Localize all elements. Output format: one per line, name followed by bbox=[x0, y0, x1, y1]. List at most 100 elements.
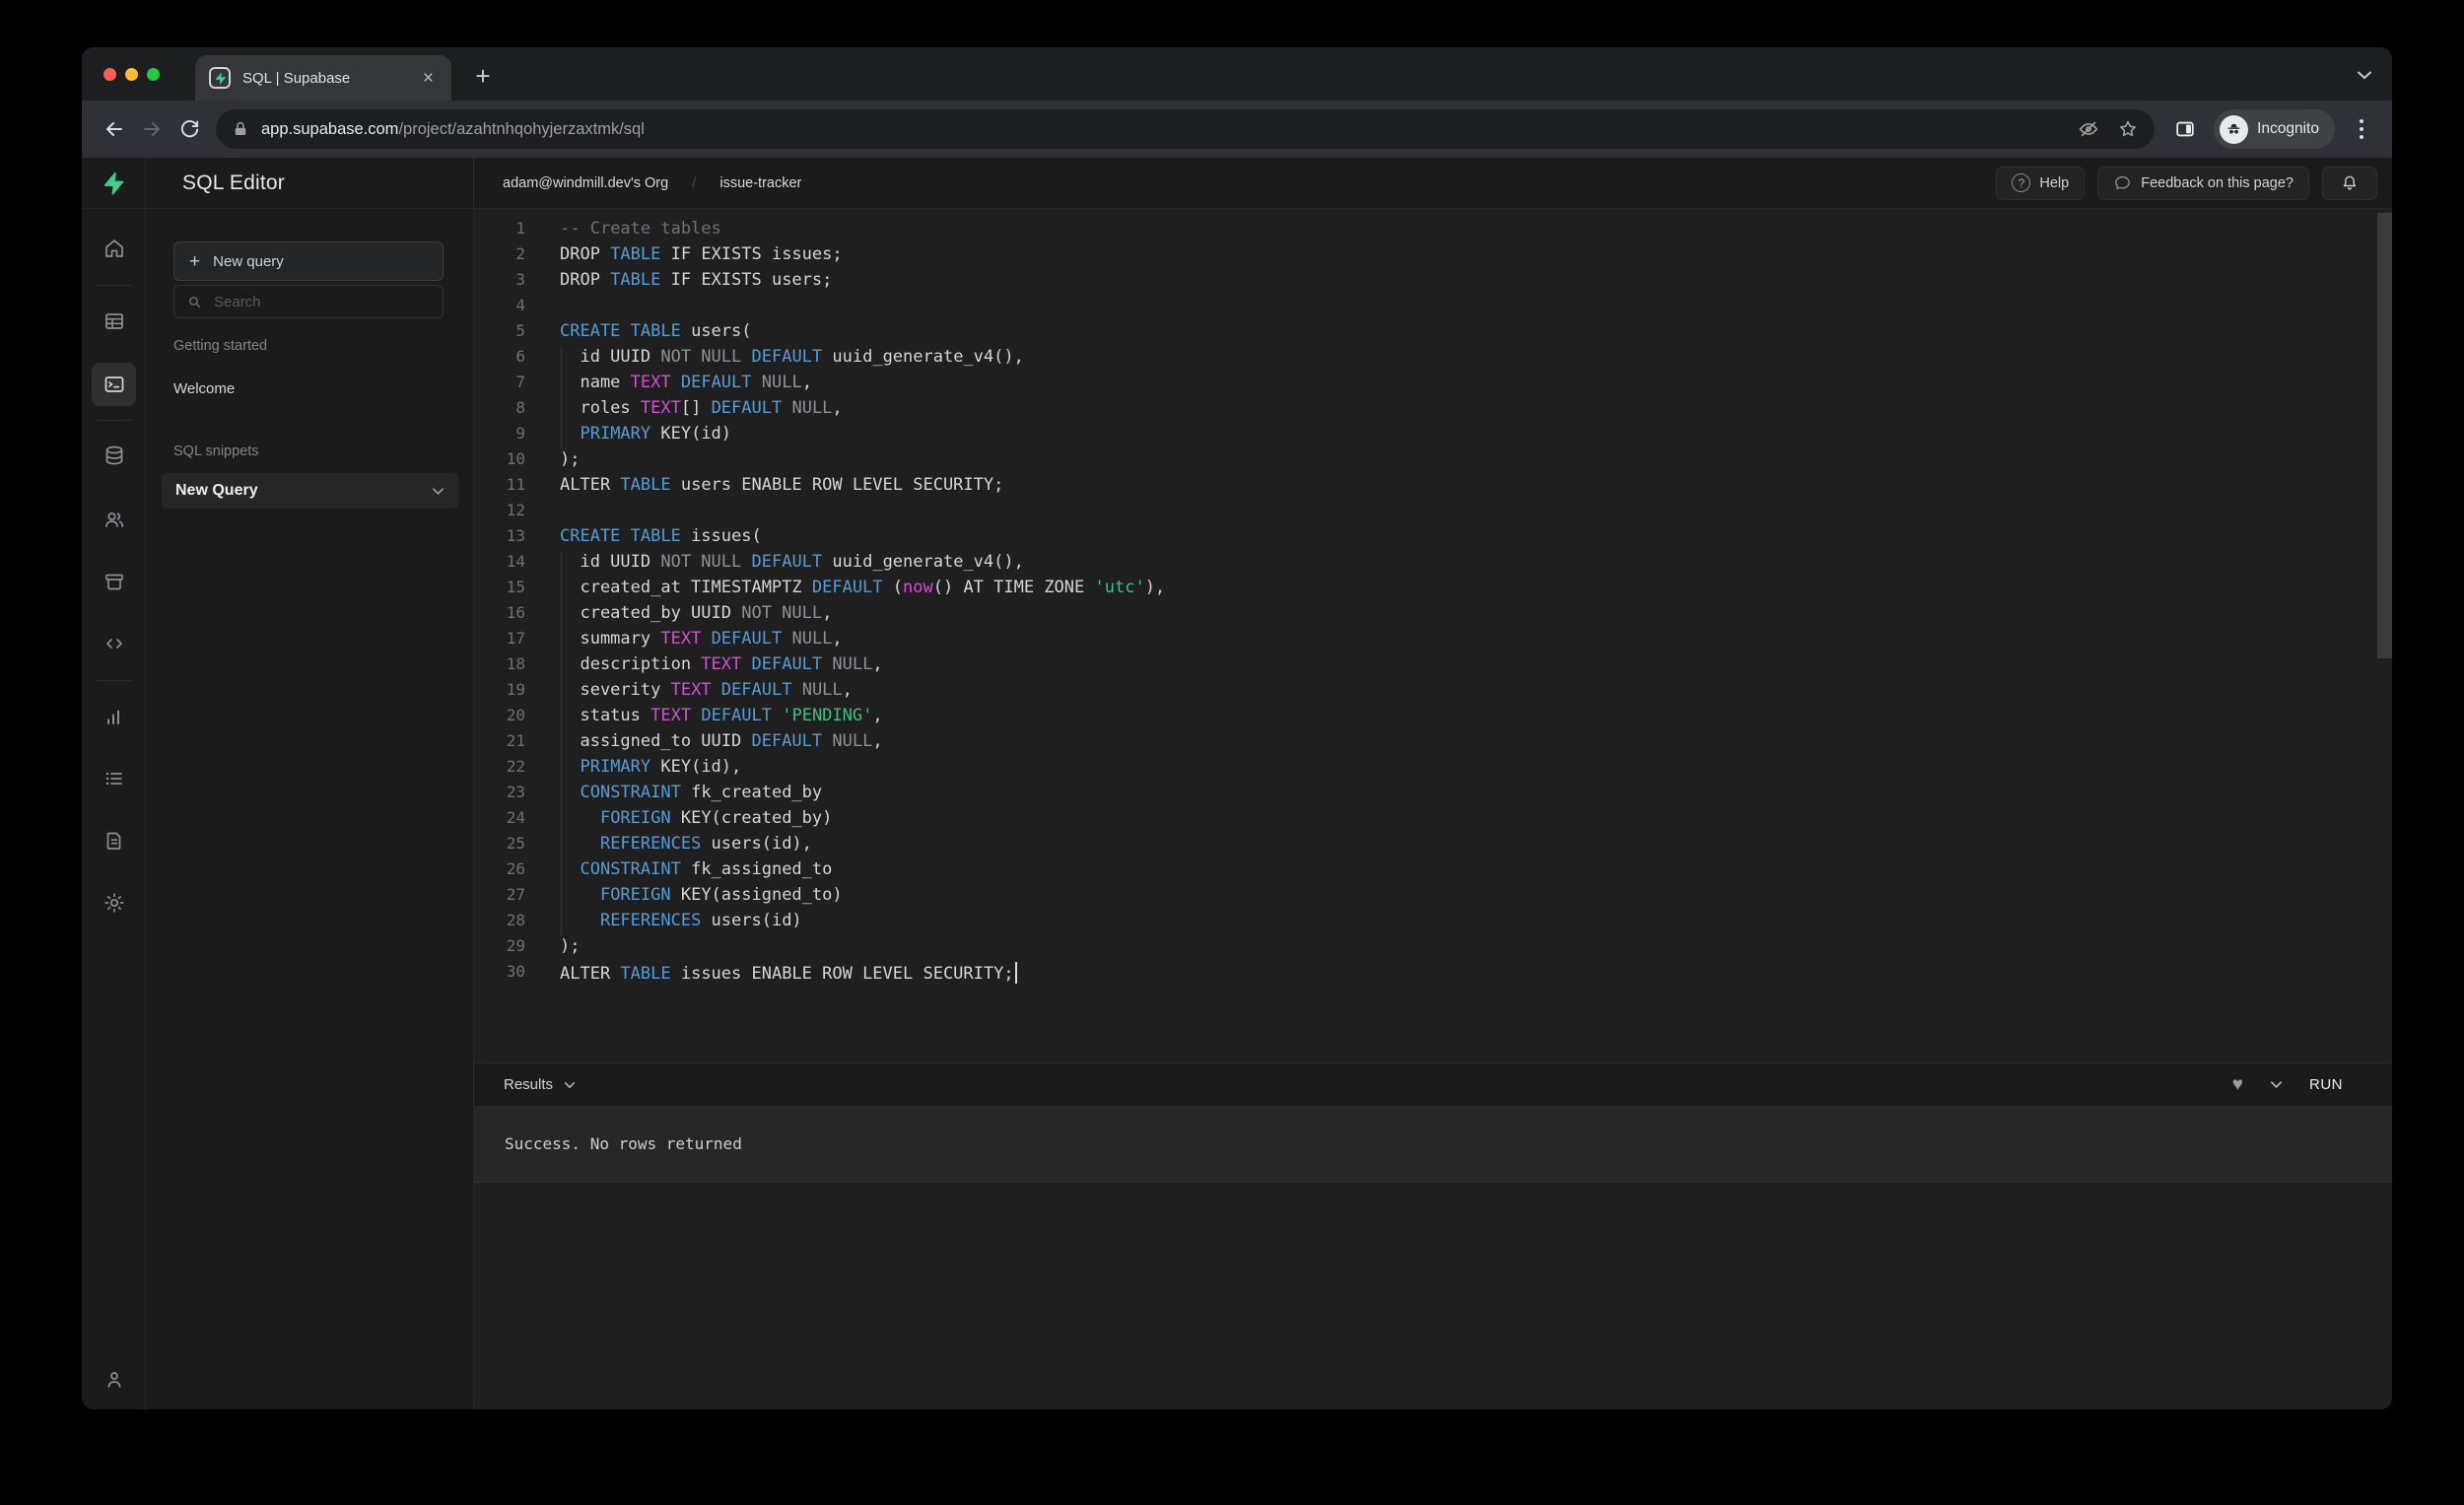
code-token: ), bbox=[1145, 578, 1165, 597]
code-token: created_by UUID bbox=[560, 603, 741, 623]
code-token bbox=[560, 911, 600, 930]
address-bar[interactable]: app.supabase.com/project/azahtnhqohyjerz… bbox=[216, 109, 2155, 149]
run-button[interactable]: RUN bbox=[2309, 1076, 2343, 1093]
sidebar-item-new-query[interactable]: New Query bbox=[162, 473, 458, 509]
code-line[interactable]: CREATE TABLE users( bbox=[474, 321, 2372, 347]
side-panel-icon[interactable] bbox=[2166, 110, 2204, 148]
rail-docs-icon[interactable] bbox=[92, 819, 136, 862]
breadcrumb-org[interactable]: adam@windmill.dev's Org bbox=[503, 175, 668, 191]
reload-button[interactable] bbox=[171, 110, 208, 148]
rail-settings-icon[interactable] bbox=[92, 881, 136, 924]
code-token: DEFAULT bbox=[751, 731, 822, 751]
password-reveal-icon[interactable] bbox=[2078, 118, 2099, 140]
run-options-chevron-icon[interactable] bbox=[2270, 1080, 2283, 1089]
code-token: PRIMARY bbox=[580, 424, 650, 444]
code-line[interactable]: status TEXT DEFAULT 'PENDING', bbox=[474, 706, 2372, 731]
code-line[interactable]: id UUID NOT NULL DEFAULT uuid_generate_v… bbox=[474, 552, 2372, 578]
new-tab-button[interactable]: + bbox=[464, 57, 502, 95]
rail-home-icon[interactable] bbox=[92, 227, 136, 270]
minimize-window-button[interactable] bbox=[125, 68, 138, 81]
search-input[interactable] bbox=[214, 294, 431, 310]
back-button[interactable] bbox=[96, 110, 133, 148]
code-line[interactable]: ALTER TABLE issues ENABLE ROW LEVEL SECU… bbox=[474, 962, 2372, 988]
breadcrumb-project[interactable]: issue-tracker bbox=[719, 175, 801, 191]
code-token bbox=[782, 398, 791, 418]
feedback-button[interactable]: Feedback on this page? bbox=[2097, 167, 2309, 200]
code-line[interactable]: CONSTRAINT fk_created_by bbox=[474, 783, 2372, 808]
rail-logs-icon[interactable] bbox=[92, 757, 136, 800]
forward-button[interactable] bbox=[133, 110, 171, 148]
code-token: CREATE TABLE bbox=[560, 321, 681, 341]
code-token: TABLE bbox=[610, 270, 660, 290]
code-lines[interactable]: -- Create tablesDROP TABLE IF EXISTS iss… bbox=[474, 219, 2372, 988]
rail-table-editor-icon[interactable] bbox=[92, 300, 136, 343]
tab-close-icon[interactable]: × bbox=[419, 67, 438, 90]
code-line[interactable]: severity TEXT DEFAULT NULL, bbox=[474, 680, 2372, 706]
code-line[interactable]: name TEXT DEFAULT NULL, bbox=[474, 373, 2372, 398]
sidebar-item-welcome[interactable]: Welcome bbox=[173, 380, 235, 397]
results-dropdown-label[interactable]: Results bbox=[504, 1076, 553, 1093]
code-token: , bbox=[872, 731, 882, 751]
favorite-heart-icon[interactable]: ♥ bbox=[2232, 1075, 2243, 1094]
code-line[interactable]: description TEXT DEFAULT NULL, bbox=[474, 654, 2372, 680]
code-token bbox=[560, 834, 600, 854]
browser-tab[interactable]: SQL | Supabase × bbox=[195, 55, 451, 101]
rail-auth-users-icon[interactable] bbox=[92, 498, 136, 541]
rail-api-icon[interactable] bbox=[92, 622, 136, 665]
code-line[interactable]: ); bbox=[474, 936, 2372, 962]
lock-icon[interactable] bbox=[232, 120, 249, 138]
header-actions: ? Help Feedback on this page? bbox=[1996, 158, 2392, 208]
code-line[interactable]: FOREIGN KEY(created_by) bbox=[474, 808, 2372, 834]
code-line[interactable]: ); bbox=[474, 449, 2372, 475]
search-tabs-chevron-icon[interactable] bbox=[2353, 66, 2376, 84]
results-chevron-icon[interactable] bbox=[564, 1081, 576, 1089]
zoom-window-button[interactable] bbox=[147, 68, 160, 81]
rail-sql-editor-icon[interactable] bbox=[92, 363, 136, 406]
code-line[interactable]: ALTER TABLE users ENABLE ROW LEVEL SECUR… bbox=[474, 475, 2372, 501]
code-line[interactable]: FOREIGN KEY(assigned_to) bbox=[474, 885, 2372, 911]
code-token bbox=[712, 680, 721, 700]
code-line[interactable]: summary TEXT DEFAULT NULL, bbox=[474, 629, 2372, 654]
code-line[interactable]: created_at TIMESTAMPTZ DEFAULT (now() AT… bbox=[474, 578, 2372, 603]
code-token: , bbox=[822, 603, 832, 623]
bookmark-star-icon[interactable] bbox=[2117, 118, 2139, 140]
code-token: , bbox=[802, 373, 812, 392]
code-line[interactable]: CREATE TABLE issues( bbox=[474, 526, 2372, 552]
code-line[interactable]: created_by UUID NOT NULL, bbox=[474, 603, 2372, 629]
code-line[interactable]: PRIMARY KEY(id) bbox=[474, 424, 2372, 449]
rail-account-icon[interactable] bbox=[92, 1358, 136, 1402]
chevron-down-icon[interactable] bbox=[432, 487, 445, 496]
supabase-logo-icon[interactable] bbox=[82, 158, 146, 208]
code-line[interactable]: -- Create tables bbox=[474, 219, 2372, 244]
rail-database-icon[interactable] bbox=[92, 434, 136, 477]
help-button[interactable]: ? Help bbox=[1996, 167, 2085, 200]
incognito-badge: Incognito bbox=[2214, 109, 2335, 149]
new-query-button[interactable]: + New query bbox=[173, 241, 444, 281]
code-line[interactable]: DROP TABLE IF EXISTS issues; bbox=[474, 244, 2372, 270]
code-line[interactable]: roles TEXT[] DEFAULT NULL, bbox=[474, 398, 2372, 424]
code-line[interactable] bbox=[474, 296, 2372, 321]
code-line[interactable]: REFERENCES users(id), bbox=[474, 834, 2372, 859]
code-token: TEXT bbox=[671, 680, 712, 700]
search-box[interactable] bbox=[173, 285, 444, 318]
supabase-app: SQL Editor adam@windmill.dev's Org / iss… bbox=[82, 158, 2392, 1409]
notifications-button[interactable] bbox=[2322, 167, 2377, 200]
rail-reports-icon[interactable] bbox=[92, 696, 136, 739]
code-line[interactable]: id UUID NOT NULL DEFAULT uuid_generate_v… bbox=[474, 347, 2372, 373]
plus-icon: + bbox=[189, 252, 200, 271]
code-line[interactable]: PRIMARY KEY(id), bbox=[474, 757, 2372, 783]
code-token: fk_created_by bbox=[681, 783, 822, 802]
browser-menu-icon[interactable] bbox=[2345, 110, 2378, 148]
code-line[interactable]: DROP TABLE IF EXISTS users; bbox=[474, 270, 2372, 296]
code-line[interactable]: REFERENCES users(id) bbox=[474, 911, 2372, 936]
code-editor[interactable]: 1234567891011121314151617181920212223242… bbox=[474, 209, 2392, 1062]
code-token: , bbox=[843, 680, 853, 700]
close-window-button[interactable] bbox=[103, 68, 116, 81]
rail-storage-icon[interactable] bbox=[92, 560, 136, 603]
code-line[interactable]: assigned_to UUID DEFAULT NULL, bbox=[474, 731, 2372, 757]
tab-strip: SQL | Supabase × + bbox=[82, 47, 2392, 101]
code-line[interactable] bbox=[474, 501, 2372, 526]
code-line[interactable]: CONSTRAINT fk_assigned_to bbox=[474, 859, 2372, 885]
editor-scrollbar-thumb[interactable] bbox=[2377, 213, 2392, 658]
code-token: 'PENDING' bbox=[782, 706, 872, 725]
